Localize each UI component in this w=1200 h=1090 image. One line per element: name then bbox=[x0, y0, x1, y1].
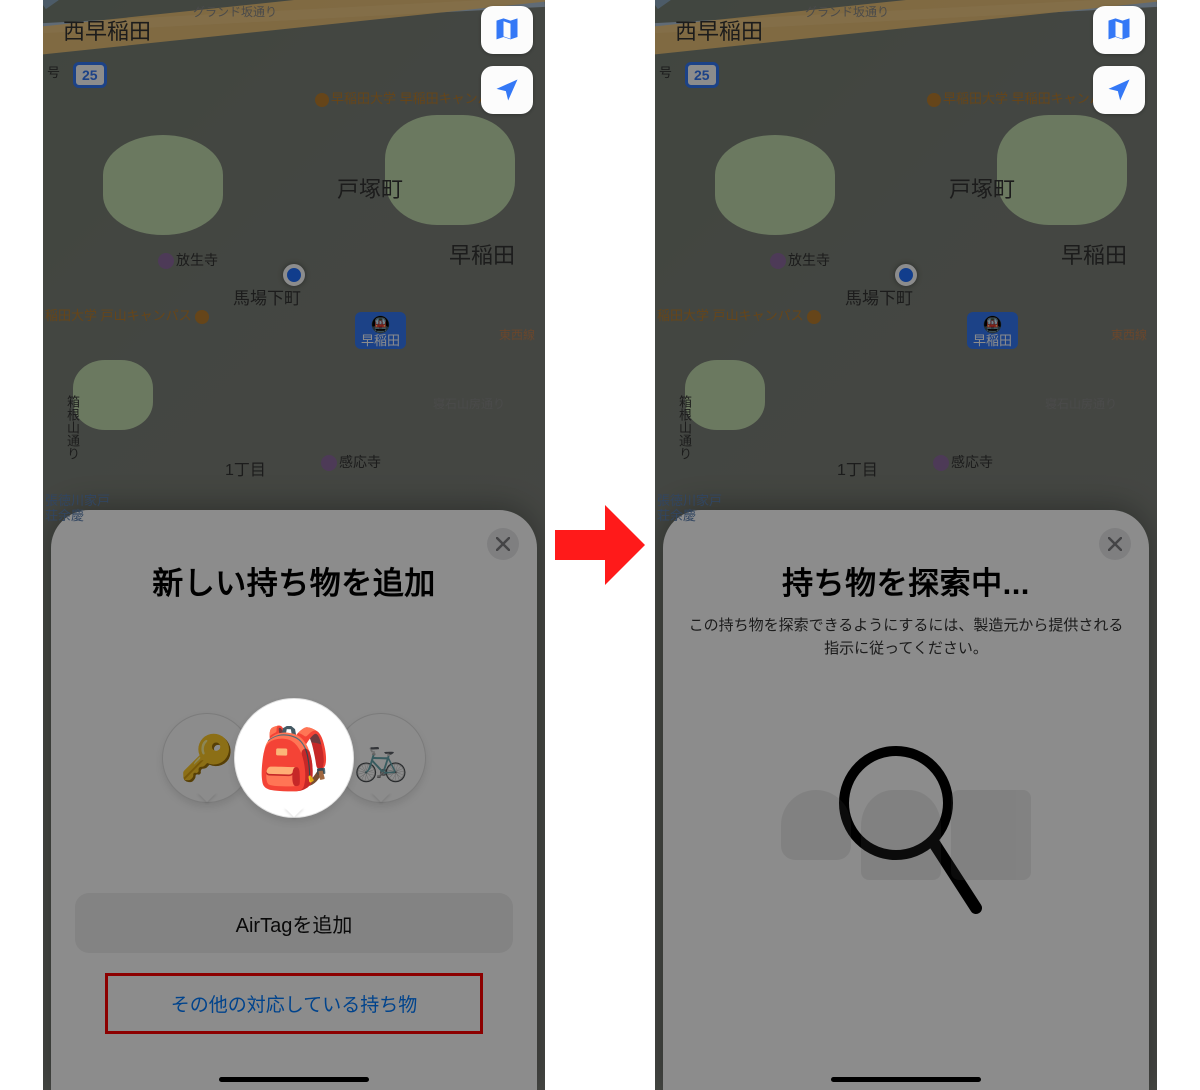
bubble-backpack: 🎒 bbox=[234, 698, 354, 818]
map-mode-button[interactable] bbox=[481, 6, 533, 54]
locate-me-button[interactable] bbox=[481, 66, 533, 114]
map-dim-overlay bbox=[655, 0, 1157, 1090]
phone-left: 西早稲田 グランド坂通り 25 号 早稲田大学 早稲田キャンパ 戸塚町 放生寺 … bbox=[43, 0, 545, 1090]
map-dim-overlay bbox=[43, 0, 545, 1090]
phone-right: 西早稲田 グランド坂通り 25 号 早稲田大学 早稲田キャンパ 戸塚町 放生寺 … bbox=[655, 0, 1157, 1090]
locate-me-button[interactable] bbox=[1093, 66, 1145, 114]
location-arrow-icon bbox=[493, 76, 521, 104]
backpack-icon: 🎒 bbox=[257, 723, 332, 794]
map-icon bbox=[493, 16, 521, 44]
map-icon bbox=[1105, 16, 1133, 44]
location-arrow-icon bbox=[1105, 76, 1133, 104]
map-mode-button[interactable] bbox=[1093, 6, 1145, 54]
transition-arrow bbox=[545, 500, 655, 590]
arrow-right-icon bbox=[550, 500, 650, 590]
